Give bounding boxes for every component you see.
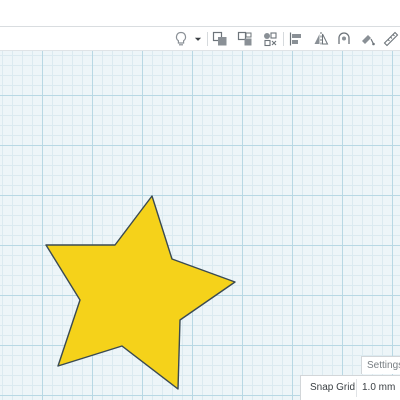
settings-button[interactable]: Settings (361, 356, 400, 374)
workplane-grid[interactable] (0, 51, 400, 400)
toolbar-separator (283, 32, 284, 46)
group-icon[interactable] (211, 30, 229, 48)
snap-grid-value: 1.0 mm (362, 382, 396, 393)
settings-label: Settings (367, 360, 400, 371)
mirror-icon[interactable] (312, 30, 330, 48)
align-icon[interactable] (287, 30, 305, 48)
snap-grid-label: Snap Grid (310, 382, 356, 393)
toolbar-separator (207, 32, 208, 46)
light-bulb-icon[interactable] (172, 30, 190, 48)
top-bar (0, 0, 400, 27)
ruler-icon[interactable] (382, 30, 400, 48)
flip-icon[interactable] (359, 30, 377, 48)
snap-grid-select[interactable]: 1.0 mm (356, 379, 400, 397)
snap-grid-control: Snap Grid 1.0 mm (300, 375, 400, 400)
ungroup-parts-icon[interactable] (261, 30, 279, 48)
toolbar (0, 27, 400, 51)
fill-icon[interactable] (335, 30, 353, 48)
dropdown-arrow-icon[interactable] (192, 30, 204, 48)
ungroup-icon[interactable] (236, 30, 254, 48)
